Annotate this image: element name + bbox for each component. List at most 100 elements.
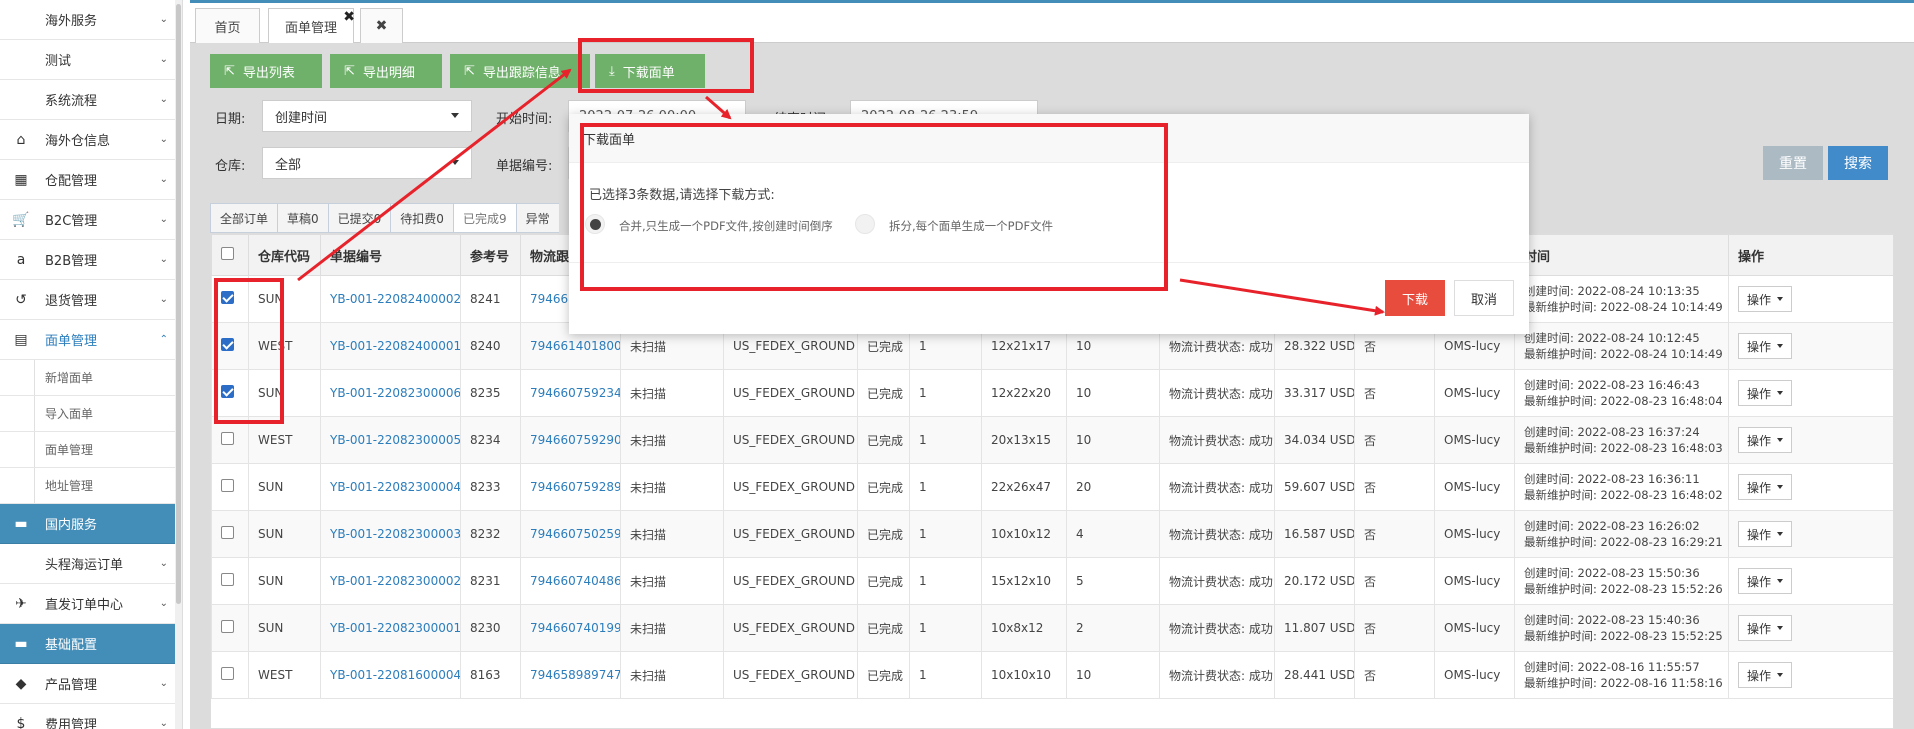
cell-track[interactable]: 794660759289 [520, 463, 621, 511]
created-time: 创建时间: 2022-08-24 10:12:45 [1524, 331, 1700, 345]
sidebar-item[interactable]: ▦ 仓配管理 ⌄ [0, 160, 182, 200]
sidebar-item[interactable]: 面单管理 [0, 432, 182, 468]
cancel-button[interactable]: 取消 [1454, 280, 1514, 316]
reset-button[interactable]: 重置 [1763, 146, 1823, 180]
cell-fee_status: 物流计费状态: 成功 [1159, 604, 1275, 652]
cell-no[interactable]: YB-001-22082300001 [320, 604, 461, 652]
row-checkbox[interactable] [221, 432, 234, 445]
created-time: 创建时间: 2022-08-16 11:55:57 [1524, 660, 1700, 674]
row-checkbox-cell[interactable] [211, 651, 249, 699]
sidebar-item[interactable]: 系统流程 ⌄ [0, 80, 182, 120]
cell-track[interactable]: 794660740486 [520, 557, 621, 605]
cell-user: OMS-lucy [1434, 604, 1515, 652]
cell-op: 操作 [1728, 604, 1893, 652]
sidebar-item[interactable]: 导入面单 [0, 396, 182, 432]
sidebar-item[interactable]: 海外服务 ⌄ [0, 0, 182, 40]
sidebar-item[interactable]: ▬ 国内服务 [0, 504, 182, 544]
export-tracking-label: 导出跟踪信息 [482, 65, 561, 81]
tab-current[interactable]: 面单管理 ✖ [268, 8, 355, 43]
select-all-checkbox-cell[interactable] [211, 234, 249, 276]
date-label: 日期: [215, 112, 246, 127]
sidebar-item[interactable]: 测试 ⌄ [0, 40, 182, 80]
sidebar-item[interactable]: ✈ 直发订单中心 ⌄ [0, 584, 182, 624]
export-tracking-button[interactable]: ⇱ 导出跟踪信息 [450, 54, 590, 88]
cell-track[interactable]: 794660750259 [520, 510, 621, 558]
sidebar-item[interactable]: ◆ 产品管理 ⌄ [0, 664, 182, 704]
row-action-dropdown[interactable]: 操作 [1738, 427, 1793, 453]
export-detail-button[interactable]: ⇱ 导出明细 [330, 54, 442, 88]
cell-no[interactable]: YB-001-22082300002 [320, 557, 461, 605]
sidebar-scrollbar[interactable] [175, 0, 182, 729]
cell-no[interactable]: YB-001-22082400001 [320, 322, 461, 370]
tab-close-icon[interactable]: ✖ [343, 9, 355, 25]
row-action-dropdown[interactable]: 操作 [1738, 286, 1793, 312]
row-action-dropdown[interactable]: 操作 [1738, 662, 1793, 688]
sidebar-item[interactable]: ↺ 退货管理 ⌄ [0, 280, 182, 320]
row-action-dropdown[interactable]: 操作 [1738, 521, 1793, 547]
status-tab[interactable]: 草稿0 [277, 203, 328, 233]
sidebar-item[interactable]: a B2B管理 ⌄ [0, 240, 182, 280]
cell-track[interactable]: 794660759234 [520, 369, 621, 417]
cell-fee_status: 物流计费状态: 成功 [1159, 651, 1275, 699]
cell-ref: 8241 [460, 275, 521, 323]
cell-flag: 否 [1354, 463, 1435, 511]
row-checkbox[interactable] [221, 667, 234, 680]
search-button[interactable]: 搜索 [1828, 146, 1888, 180]
warehouse-select[interactable]: 全部 [262, 147, 472, 179]
row-checkbox[interactable] [221, 526, 234, 539]
status-tab[interactable]: 待扣费0 [390, 203, 453, 233]
status-tab[interactable]: 已提交0 [327, 203, 391, 233]
status-tab[interactable]: 已完成9 [452, 203, 516, 233]
row-action-dropdown[interactable]: 操作 [1738, 474, 1793, 500]
scrollbar-thumb[interactable] [176, 4, 181, 604]
download-confirm-button[interactable]: 下载 [1385, 280, 1445, 316]
sidebar-item[interactable]: 头程海运订单 ⌄ [0, 544, 182, 584]
cell-fee: 20.172 USD [1274, 557, 1355, 605]
row-checkbox-cell[interactable] [211, 604, 249, 652]
close-all-tabs-button[interactable]: ✖ [360, 8, 403, 43]
sidebar-item-label: 地址管理 [45, 479, 94, 493]
export-detail-label: 导出明细 [362, 65, 415, 81]
row-action-dropdown[interactable]: 操作 [1738, 615, 1793, 641]
row-action-label: 操作 [1747, 386, 1772, 401]
cell-no[interactable]: YB-001-22082400002 [320, 275, 461, 323]
row-action-dropdown[interactable]: 操作 [1738, 333, 1793, 359]
sidebar-item[interactable]: 🛒 B2C管理 ⌄ [0, 200, 182, 240]
table-row: SUN YB-001-22082300003 8232 794660750259 未扫描… [211, 510, 1893, 558]
sidebar-item[interactable]: ▬ 基础配置 [0, 624, 182, 664]
status-tab[interactable]: 异常 [515, 203, 559, 233]
created-time: 创建时间: 2022-08-23 16:46:43 [1524, 378, 1700, 392]
cell-track[interactable]: 794660740199 [520, 604, 621, 652]
row-action-dropdown[interactable]: 操作 [1738, 380, 1793, 406]
cell-no[interactable]: YB-001-22081600004 [320, 651, 461, 699]
select-all-checkbox[interactable] [221, 246, 234, 260]
cell-channel: US_FEDEX_GROUND [723, 416, 858, 464]
tab-home[interactable]: 首页 [195, 8, 260, 43]
row-checkbox-cell[interactable] [211, 510, 249, 558]
cell-no[interactable]: YB-001-22082300003 [320, 510, 461, 558]
sidebar-item[interactable]: ▤ 面单管理 ⌃ [0, 320, 182, 360]
row-action-dropdown[interactable]: 操作 [1738, 568, 1793, 594]
status-tab[interactable]: 全部订单 [210, 203, 278, 233]
cell-track[interactable]: 794660759290 [520, 416, 621, 464]
updated-time: 最新维护时间: 2022-08-23 15:52:26 [1524, 582, 1723, 596]
cell-no[interactable]: YB-001-22082300004 [320, 463, 461, 511]
row-checkbox[interactable] [221, 479, 234, 492]
sidebar-item[interactable]: $ 费用管理 ⌄ [0, 704, 182, 729]
sidebar-item[interactable]: ⌂ 海外仓信息 ⌄ [0, 120, 182, 160]
sidebar-item[interactable]: 新增面单 [0, 360, 182, 396]
row-checkbox[interactable] [221, 573, 234, 586]
row-action-label: 操作 [1747, 527, 1772, 542]
row-checkbox-cell[interactable] [211, 463, 249, 511]
cell-scan: 未扫描 [620, 510, 724, 558]
date-type-select[interactable]: 创建时间 [262, 100, 472, 132]
sidebar-item[interactable]: 地址管理 [0, 468, 182, 504]
row-checkbox-cell[interactable] [211, 557, 249, 605]
cell-track[interactable]: 794658989747 [520, 651, 621, 699]
row-checkbox[interactable] [221, 620, 234, 633]
cell-no[interactable]: YB-001-22082300006 [320, 369, 461, 417]
export-list-button[interactable]: ⇱ 导出列表 [210, 54, 322, 88]
cell-weight: 10 [1066, 651, 1160, 699]
cell-fee: 16.587 USD [1274, 510, 1355, 558]
cell-no[interactable]: YB-001-22082300005 [320, 416, 461, 464]
